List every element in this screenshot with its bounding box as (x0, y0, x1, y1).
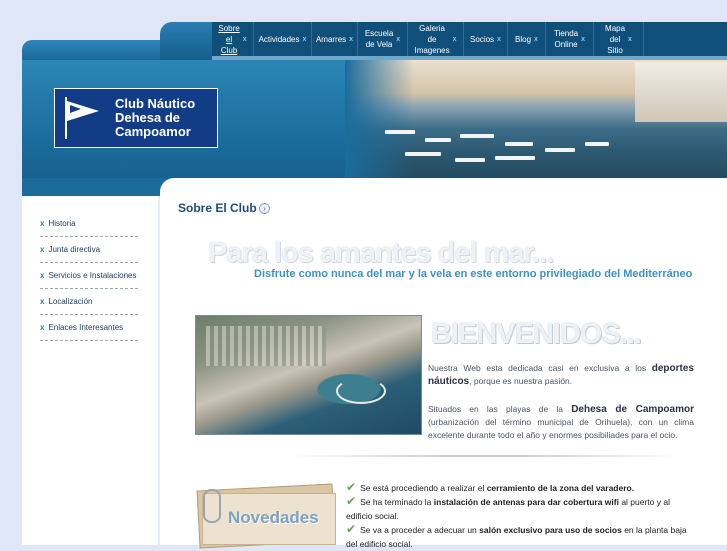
sidebar-item-5[interactable]: x Enlaces Interesantes (40, 323, 160, 332)
nav-item-mapa-del-sitio[interactable]: Mapa del Sitio x (594, 22, 644, 56)
welcome-heading: BIENVENIDOS... (431, 318, 642, 350)
nav-item-actividades[interactable]: Actividades x (254, 22, 312, 56)
intro-paragraph-2: Situados en las playas de la Dehesa de C… (428, 403, 694, 442)
news-highlight: salón exclusivo para uso de socios (479, 525, 622, 535)
nav-item-label: Mapa del Sitio (605, 23, 626, 55)
burgee-flag-icon (65, 97, 99, 139)
logo-line-1: Club Náutico (115, 96, 196, 111)
checkmark-icon: ✔ (346, 494, 357, 508)
news-item: ✔ Se está procediendo a realizar el cerra… (346, 480, 696, 495)
topbar-left-tab (22, 40, 172, 60)
nav-item-escuela-de-vela[interactable]: Escuela de Vela x (358, 22, 408, 56)
p2-text-end: (urbanización del término municipal de O… (428, 417, 694, 440)
nav-item-label: Amarres (315, 34, 347, 44)
checkmark-icon: ✔ (346, 480, 357, 494)
nav-bullet-icon: x (581, 35, 586, 43)
sidebar-item-label: Localización (48, 297, 93, 306)
sidebar-item-label: Enlaces Interesantes (48, 323, 124, 332)
nav-bullet-icon: x (497, 35, 501, 43)
nav-bullet-icon: x (242, 35, 247, 43)
nav-bullet-icon: x (452, 35, 457, 43)
nav-item-blog[interactable]: Blog x (508, 22, 546, 56)
news-item: ✔ Se ha terminado la instalación de anten… (346, 494, 696, 523)
bullet-icon: x (40, 297, 45, 306)
nav-item-label: Escuela de Vela (364, 29, 394, 49)
slogan: Para los amantes del mar... (208, 237, 554, 269)
p1-text-end: , porque es nuestra pasión. (469, 376, 573, 386)
news-highlight: cerramiento de la zona del varadero. (486, 483, 635, 493)
bullet-icon: x (40, 271, 45, 280)
novedades-title: Novedades (228, 508, 319, 527)
nav-item-tienda-online[interactable]: Tienda Online x (546, 22, 594, 56)
nav-item-galeria-de-imagenes[interactable]: Galeria de Imagenes x (408, 22, 464, 56)
nav-item-label: Tienda Online (553, 29, 579, 49)
sidebar-item-label: Historia (48, 219, 76, 228)
news-text: Se ha terminado la (360, 497, 434, 507)
news-highlight: instalación de antenas para dar cobertur… (433, 497, 619, 507)
sidebar-item-4[interactable]: x Localización (40, 297, 160, 306)
sidebar-item-3[interactable]: x Servicios e Instalaciones (40, 271, 160, 280)
bullet-icon: x (40, 323, 45, 332)
sidebar-separator (40, 236, 138, 237)
sidebar-item-label: Junta directiva (48, 245, 101, 254)
content-divider (290, 455, 680, 457)
nav-bullet-icon: x (302, 35, 307, 43)
p1-text: Nuestra Web esta dedicada casi en exclus… (428, 363, 652, 373)
sidebar-separator (40, 314, 138, 315)
checkmark-icon: ✔ (346, 522, 357, 536)
slogan-subtitle: Disfrute como nunca del mar y la vela en… (254, 268, 693, 280)
intro-paragraph-1: Nuestra Web esta dedicada casi en exclus… (428, 362, 694, 388)
news-text: Se está procediendo a realizar el (360, 483, 487, 493)
paperclip-icon (203, 489, 221, 523)
nav-item-socios[interactable]: Socios x (464, 22, 508, 56)
logo-line-2: Dehesa de (115, 110, 181, 125)
nav-bullet-icon: x (534, 35, 538, 43)
sidebar-separator (40, 262, 138, 263)
marina-photo (345, 60, 727, 178)
nav-bullet-icon: x (396, 35, 401, 43)
p2-text: Situados en las playas de la (428, 404, 572, 414)
logo-line-3: Campoamor (115, 124, 191, 139)
sidebar-item-2[interactable]: x Junta directiva (40, 245, 160, 254)
nav-item-label: Sobre el Club (218, 23, 240, 55)
nav-item-amarres[interactable]: Amarres x (312, 22, 358, 56)
nav-item-sobre-el-club[interactable]: Sobre el Club x (212, 22, 254, 56)
p2-bold: Dehesa de Campoamor (571, 404, 694, 415)
arrow-right-icon: › (259, 203, 270, 214)
sidebar-item-1[interactable]: x Historia (40, 219, 160, 228)
nav-item-label: Actividades (258, 34, 300, 44)
club-logo[interactable]: Club Náutico Dehesa de Campoamor (54, 88, 218, 148)
nav-bullet-icon: x (349, 35, 354, 43)
content-tab-top (160, 178, 727, 198)
news-item: ✔ Se va a proceder a adecuar un salón exc… (346, 522, 696, 551)
nav-item-label: Blog (515, 34, 532, 44)
section-title: Sobre El Club (178, 201, 257, 215)
news-text: Se va a proceder a adecuar un (360, 525, 480, 535)
nav-item-label: Galeria de Imagenes (414, 23, 450, 55)
sidebar-separator (40, 288, 138, 289)
nav-bullet-icon: x (628, 35, 632, 43)
bullet-icon: x (40, 245, 45, 254)
sidebar-item-label: Servicios e Instalaciones (48, 271, 137, 280)
aerial-marina-photo (195, 315, 422, 435)
main-nav: Sobre el Club x Actividades x Amarres x Escuela d… (212, 22, 727, 56)
sidebar-separator (40, 340, 138, 341)
bullet-icon: x (40, 219, 45, 228)
nav-item-label: Socios (470, 34, 495, 44)
